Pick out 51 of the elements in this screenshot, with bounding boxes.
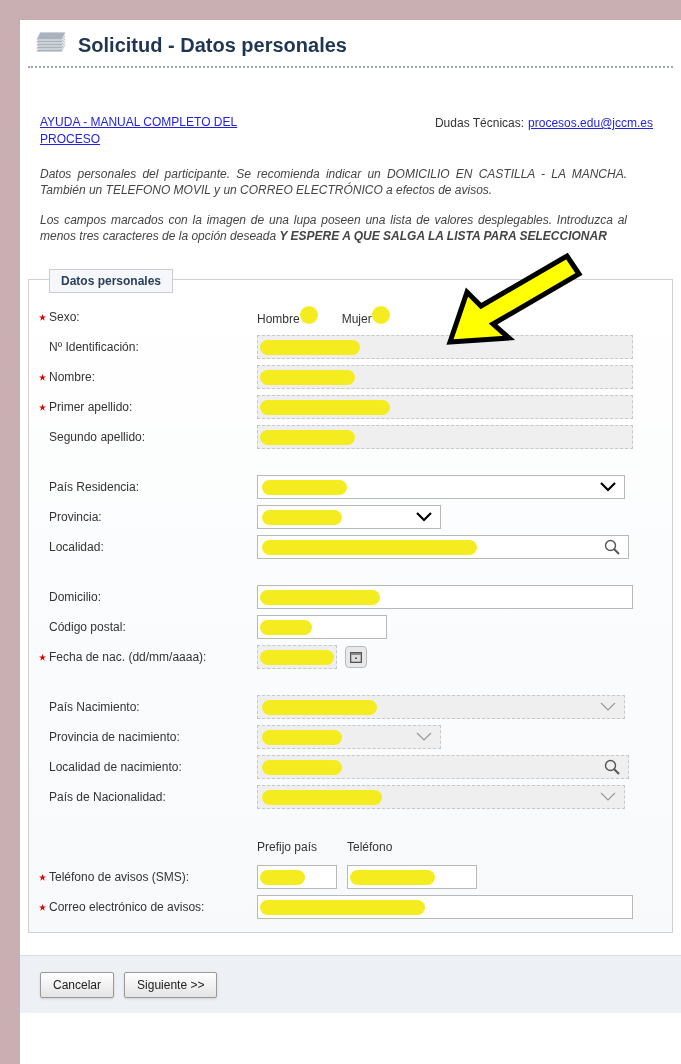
phone-field[interactable] <box>347 865 477 889</box>
search-icon <box>604 539 620 555</box>
prefix-field[interactable] <box>257 865 337 889</box>
input-field[interactable] <box>257 615 387 639</box>
input-field[interactable] <box>257 585 633 609</box>
input-field[interactable] <box>257 895 633 919</box>
redaction-mark <box>299 306 318 324</box>
field-label: Primer apellido: <box>49 399 133 416</box>
field-label: Nombre: <box>49 369 95 386</box>
field-label: Teléfono de avisos (SMS): <box>49 869 190 886</box>
redaction-mark <box>260 619 312 635</box>
field-label: País Nacimiento: <box>49 699 140 716</box>
redaction-mark <box>260 869 305 885</box>
field-label: País de Nacionalidad: <box>49 789 166 806</box>
field-label: Nº Identificación: <box>49 339 139 356</box>
column-heading: Prefijo país <box>257 839 319 856</box>
lookup-field[interactable] <box>257 535 629 559</box>
select-field[interactable] <box>257 475 625 499</box>
field-label: País Residencia: <box>49 479 140 496</box>
email-link[interactable]: procesos.edu@jccm.es <box>528 114 653 132</box>
field-label: Segundo apellido: <box>49 429 146 446</box>
form-button[interactable]: Siguiente >> <box>124 971 218 998</box>
calendar-icon <box>350 651 362 663</box>
instruction-text: Los campos marcados con la imagen de una lupa poseen una lista de valores desplegables. Introduzca al menos tres caracteres de la opción deseada Y ESPERE A QUE SALGA LA LISTA PARA SELECCIONAR <box>40 212 627 244</box>
field-label: Código postal: <box>49 619 126 636</box>
field-label: Fecha de nac. (dd/mm/aaaa): <box>49 649 207 666</box>
field-label: Provincia: <box>49 509 102 526</box>
page-title: Solicitud - Datos personales <box>78 33 347 58</box>
field-label: Localidad de nacimiento: <box>49 759 182 776</box>
help-link[interactable]: AYUDA - MANUAL COMPLETO DEL PROCESO <box>40 114 280 148</box>
select-field[interactable] <box>257 505 441 529</box>
calendar-button[interactable] <box>345 646 367 668</box>
radio-label[interactable]: Hombre <box>257 310 300 328</box>
field-label: Domicilio: <box>49 589 101 606</box>
chevron-down-icon <box>600 482 616 492</box>
column-heading: Teléfono <box>347 839 393 856</box>
chevron-down-icon <box>416 732 432 742</box>
chevron-down-icon <box>600 792 616 802</box>
contact-label: Dudas Técnicas: <box>434 115 525 132</box>
search-icon <box>604 759 620 775</box>
field-label: Localidad: <box>49 539 104 556</box>
field-label: Correo electrónico de avisos: <box>49 899 205 916</box>
field-label: Provincia de nacimiento: <box>49 729 180 746</box>
chevron-down-icon <box>416 512 432 522</box>
field-label: Sexo: <box>49 309 80 326</box>
redaction-mark <box>371 306 390 324</box>
fieldset-legend: Datos personales <box>49 269 174 293</box>
radio-label[interactable]: Mujer <box>341 310 372 328</box>
chevron-down-icon <box>600 702 616 712</box>
form-button[interactable]: Cancelar <box>40 971 115 998</box>
instruction-text: Datos personales del participante. Se recomienda indicar un DOMICILIO EN CASTILLA - LA MANCHA. También un TELEFONO MOVIL y un CORREO ELECTRÓNICO a efectos de avisos. <box>40 166 627 198</box>
